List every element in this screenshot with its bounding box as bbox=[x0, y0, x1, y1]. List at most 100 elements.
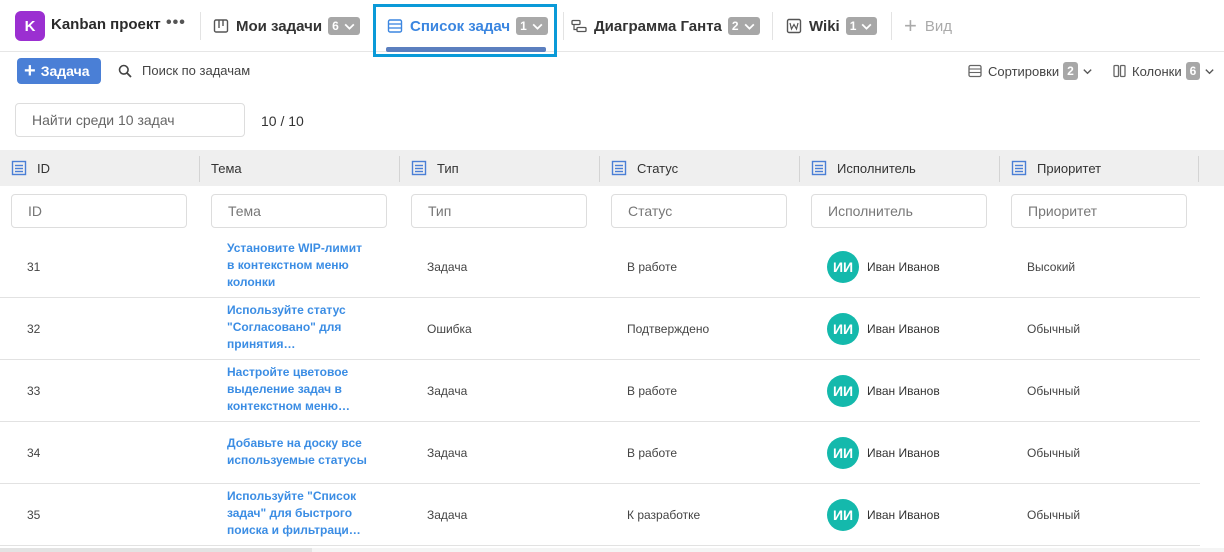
filter-type-input[interactable]: Тип bbox=[411, 194, 587, 228]
column-drag-icon bbox=[1011, 160, 1027, 176]
task-title[interactable]: Добавьте на доску все используемые стату… bbox=[227, 435, 387, 469]
column-header-type[interactable]: Тип bbox=[411, 150, 459, 186]
filter-priority-input[interactable]: Приоритет bbox=[1011, 194, 1187, 228]
task-id: 35 bbox=[27, 508, 41, 522]
column-drag-icon bbox=[811, 160, 827, 176]
column-drag-icon bbox=[611, 160, 627, 176]
task-type: Задача bbox=[427, 508, 468, 522]
tab-count-badge[interactable]: 6 bbox=[328, 17, 360, 35]
task-title-line: поиска и фильтраци… bbox=[227, 523, 361, 537]
project-name[interactable]: Kanban проект bbox=[51, 16, 161, 33]
wiki-icon bbox=[786, 18, 802, 34]
tab-wiki[interactable]: Wiki 1 bbox=[786, 14, 878, 38]
assignee-name: Иван Иванов bbox=[867, 508, 940, 522]
task-priority: Обычный bbox=[1027, 446, 1081, 460]
task-title[interactable]: Используйте статус "Согласовано" для при… bbox=[227, 302, 387, 353]
task-status: В работе bbox=[627, 260, 678, 274]
table-row[interactable]: 33 Настройте цветовое выделение задач в … bbox=[0, 360, 1200, 422]
table-row[interactable]: 34 Добавьте на доску все используемые ст… bbox=[0, 422, 1200, 484]
add-task-button[interactable]: + Задача bbox=[17, 58, 101, 84]
table-row[interactable]: 35 Используйте "Список задач" для быстро… bbox=[0, 484, 1200, 546]
task-status: Подтверждено bbox=[627, 322, 710, 336]
column-label: Исполнитель bbox=[837, 160, 916, 176]
column-resize-handle[interactable] bbox=[1198, 156, 1199, 182]
task-status: В работе bbox=[627, 446, 678, 460]
filter-id-input[interactable]: ID bbox=[11, 194, 187, 228]
task-status: К разработке bbox=[627, 508, 701, 522]
column-resize-handle[interactable] bbox=[599, 156, 600, 182]
task-assignee: ИИ Иван Иванов bbox=[827, 499, 940, 531]
tab-count: 1 bbox=[849, 19, 857, 33]
task-title[interactable]: Используйте "Список задач" для быстрого … bbox=[227, 488, 387, 539]
scrollbar-thumb[interactable] bbox=[0, 548, 312, 552]
task-title[interactable]: Настройте цветовое выделение задач в кон… bbox=[227, 364, 387, 415]
column-resize-handle[interactable] bbox=[399, 156, 400, 182]
task-search[interactable]: Поиск по задачам bbox=[118, 63, 250, 78]
column-resize-handle[interactable] bbox=[799, 156, 800, 182]
column-header-id[interactable]: ID bbox=[11, 150, 50, 186]
table-row[interactable]: 32 Используйте статус "Согласовано" для … bbox=[0, 298, 1200, 360]
task-priority: Обычный bbox=[1027, 508, 1081, 522]
top-bar: K Kanban проект ••• Мои задачи 6 Список … bbox=[0, 0, 1224, 52]
task-assignee: ИИ Иван Иванов bbox=[827, 251, 940, 283]
task-title-line: Добавьте на доску все bbox=[227, 436, 362, 450]
tab-my-tasks[interactable]: Мои задачи 6 bbox=[213, 14, 360, 38]
sort-icon bbox=[968, 64, 982, 78]
task-assignee: ИИ Иван Иванов bbox=[827, 313, 940, 345]
columns-icon bbox=[1113, 64, 1126, 78]
tab-count-badge[interactable]: 1 bbox=[845, 17, 878, 35]
sort-button[interactable]: Сортировки 2 bbox=[968, 62, 1093, 80]
task-type: Ошибка bbox=[427, 322, 472, 336]
filter-assignee-input[interactable]: Исполнитель bbox=[811, 194, 987, 228]
table-header: ID Тема Тип Статус Исполнитель Приоритет bbox=[0, 150, 1224, 186]
column-label: Тип bbox=[437, 160, 459, 176]
tab-gantt[interactable]: Диаграмма Ганта 2 bbox=[571, 14, 760, 38]
board-icon bbox=[213, 19, 229, 33]
task-title-line: в контекстном меню bbox=[227, 258, 349, 272]
task-title[interactable]: Установите WIP-лимит в контекстном меню … bbox=[227, 240, 387, 291]
sort-label: Сортировки bbox=[988, 63, 1060, 79]
task-type: Задача bbox=[427, 260, 468, 274]
column-drag-icon bbox=[411, 160, 427, 176]
assignee-name: Иван Иванов bbox=[867, 260, 940, 274]
task-title-line: "Согласовано" для bbox=[227, 320, 342, 334]
column-label: Статус bbox=[637, 160, 679, 176]
filter-title-input[interactable]: Тема bbox=[211, 194, 387, 228]
chevron-down-icon bbox=[744, 23, 755, 30]
column-drag-icon bbox=[11, 160, 27, 176]
project-avatar[interactable]: K bbox=[15, 11, 45, 41]
column-header-status[interactable]: Статус bbox=[611, 150, 678, 186]
add-task-label: Задача bbox=[40, 63, 90, 79]
task-type: Задача bbox=[427, 384, 468, 398]
add-view-button[interactable]: + Вид bbox=[904, 14, 952, 38]
column-resize-handle[interactable] bbox=[999, 156, 1000, 182]
more-icon[interactable]: ••• bbox=[166, 14, 186, 32]
chevron-down-icon bbox=[861, 23, 872, 30]
columns-button[interactable]: Колонки 6 bbox=[1113, 62, 1215, 80]
column-resize-handle[interactable] bbox=[199, 156, 200, 182]
task-assignee: ИИ Иван Иванов bbox=[827, 437, 940, 469]
plus-icon: + bbox=[24, 60, 36, 82]
chevron-down-icon bbox=[1083, 68, 1092, 74]
task-filter-input[interactable]: Найти среди 10 задач bbox=[15, 103, 245, 137]
task-id: 34 bbox=[27, 446, 41, 460]
table-row[interactable]: 31 Установите WIP-лимит в контекстном ме… bbox=[0, 236, 1200, 298]
column-label: Приоритет bbox=[1037, 160, 1102, 176]
result-count: 10 / 10 bbox=[261, 113, 304, 129]
tab-count-badge[interactable]: 2 bbox=[727, 17, 760, 35]
task-id: 33 bbox=[27, 384, 41, 398]
column-label: ID bbox=[37, 160, 50, 176]
avatar: ИИ bbox=[827, 437, 859, 469]
assignee-name: Иван Иванов bbox=[867, 322, 940, 336]
column-header-priority[interactable]: Приоритет bbox=[1011, 150, 1101, 186]
divider bbox=[200, 12, 201, 40]
tab-label: Диаграмма Ганта bbox=[594, 17, 722, 35]
task-title-line: принятия… bbox=[227, 337, 296, 351]
filter-status-input[interactable]: Статус bbox=[611, 194, 787, 228]
avatar: ИИ bbox=[827, 375, 859, 407]
divider bbox=[772, 12, 773, 40]
column-header-title[interactable]: Тема bbox=[211, 150, 242, 186]
columns-count: 6 bbox=[1185, 62, 1201, 80]
column-header-assignee[interactable]: Исполнитель bbox=[811, 150, 916, 186]
column-label: Тема bbox=[211, 160, 242, 176]
